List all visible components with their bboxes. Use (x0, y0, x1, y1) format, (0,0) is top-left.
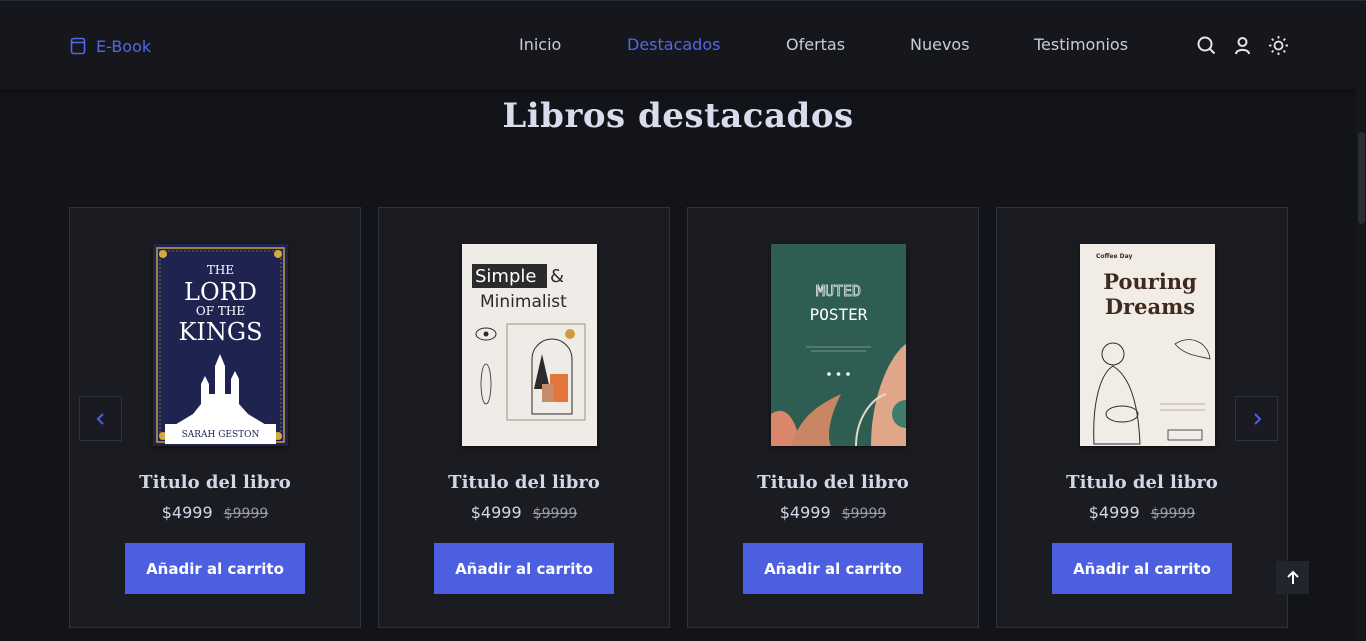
add-to-cart-button[interactable]: Añadir al carrito (743, 543, 923, 594)
section-title: Libros destacados (502, 96, 854, 136)
book-card: MUTED POSTER Titulo del libro $4999 $999… (687, 207, 979, 628)
cover-text: Simple (475, 266, 536, 287)
book-cover[interactable]: THE LORD OF THE KINGS SARAH GESTON (153, 244, 288, 446)
book-title: Titulo del libro (757, 472, 909, 493)
cover-text: MUTED (816, 282, 861, 300)
book-price: $4999 $9999 (379, 503, 669, 522)
old-price: $9999 (841, 506, 887, 522)
cover-text: SARAH GESTON (182, 430, 260, 440)
arrow-up-icon (1286, 570, 1299, 584)
old-price: $9999 (223, 506, 269, 522)
nav-nuevos[interactable]: Nuevos (910, 35, 970, 54)
cover-text: Minimalist (480, 292, 567, 312)
book-price: $4999 $9999 (688, 503, 978, 522)
chevron-left-icon (96, 412, 104, 425)
add-to-cart-button[interactable]: Añadir al carrito (125, 543, 305, 594)
current-price: $4999 (161, 503, 213, 522)
book-cover[interactable]: MUTED POSTER (771, 244, 906, 446)
current-price: $4999 (470, 503, 522, 522)
nav-testimonios[interactable]: Testimonios (1034, 35, 1128, 54)
old-price: $9999 (532, 506, 578, 522)
book-cover[interactable]: Simple & Minimalist (462, 244, 597, 446)
book-title: Titulo del libro (139, 472, 291, 493)
current-price: $4999 (1088, 503, 1140, 522)
scrollbar-thumb[interactable] (1358, 132, 1365, 224)
cover-text: THE (207, 263, 234, 277)
book-price: $4999 $9999 (997, 503, 1287, 522)
carousel-next-button[interactable] (1235, 396, 1278, 441)
search-icon[interactable] (1196, 35, 1217, 56)
user-icon[interactable] (1232, 35, 1253, 56)
logo[interactable]: E-Book (70, 34, 151, 58)
cover-text: Coffee Day (1096, 253, 1132, 260)
cover-text: KINGS (178, 318, 262, 346)
cover-text: & (550, 266, 564, 287)
nav-destacados[interactable]: Destacados (627, 35, 720, 54)
chevron-right-icon (1253, 412, 1261, 425)
cover-text: OF THE (196, 304, 245, 318)
book-cover[interactable]: Coffee Day Pouring Dreams (1080, 244, 1215, 446)
book-price: $4999 $9999 (70, 503, 360, 522)
old-price: $9999 (1150, 506, 1196, 522)
cover-text: LORD (184, 278, 257, 306)
cover-text: Pouring (1103, 269, 1197, 294)
book-icon (70, 37, 86, 55)
book-title: Titulo del libro (1066, 472, 1218, 493)
add-to-cart-button[interactable]: Añadir al carrito (1052, 543, 1232, 594)
sun-icon[interactable] (1268, 35, 1289, 56)
book-card: Simple & Minimalist Titulo del libro $49… (378, 207, 670, 628)
carousel-prev-button[interactable] (79, 396, 122, 441)
logo-text: E-Book (96, 36, 152, 56)
current-price: $4999 (779, 503, 831, 522)
book-title: Titulo del libro (448, 472, 600, 493)
nav-ofertas[interactable]: Ofertas (786, 35, 845, 54)
cover-text: Dreams (1105, 294, 1195, 319)
add-to-cart-button[interactable]: Añadir al carrito (434, 543, 614, 594)
cover-text: POSTER (810, 305, 868, 324)
scroll-top-button[interactable] (1276, 561, 1309, 594)
nav-inicio[interactable]: Inicio (519, 35, 561, 54)
site-header: E-Book Inicio Destacados Ofertas Nuevos … (0, 0, 1366, 89)
